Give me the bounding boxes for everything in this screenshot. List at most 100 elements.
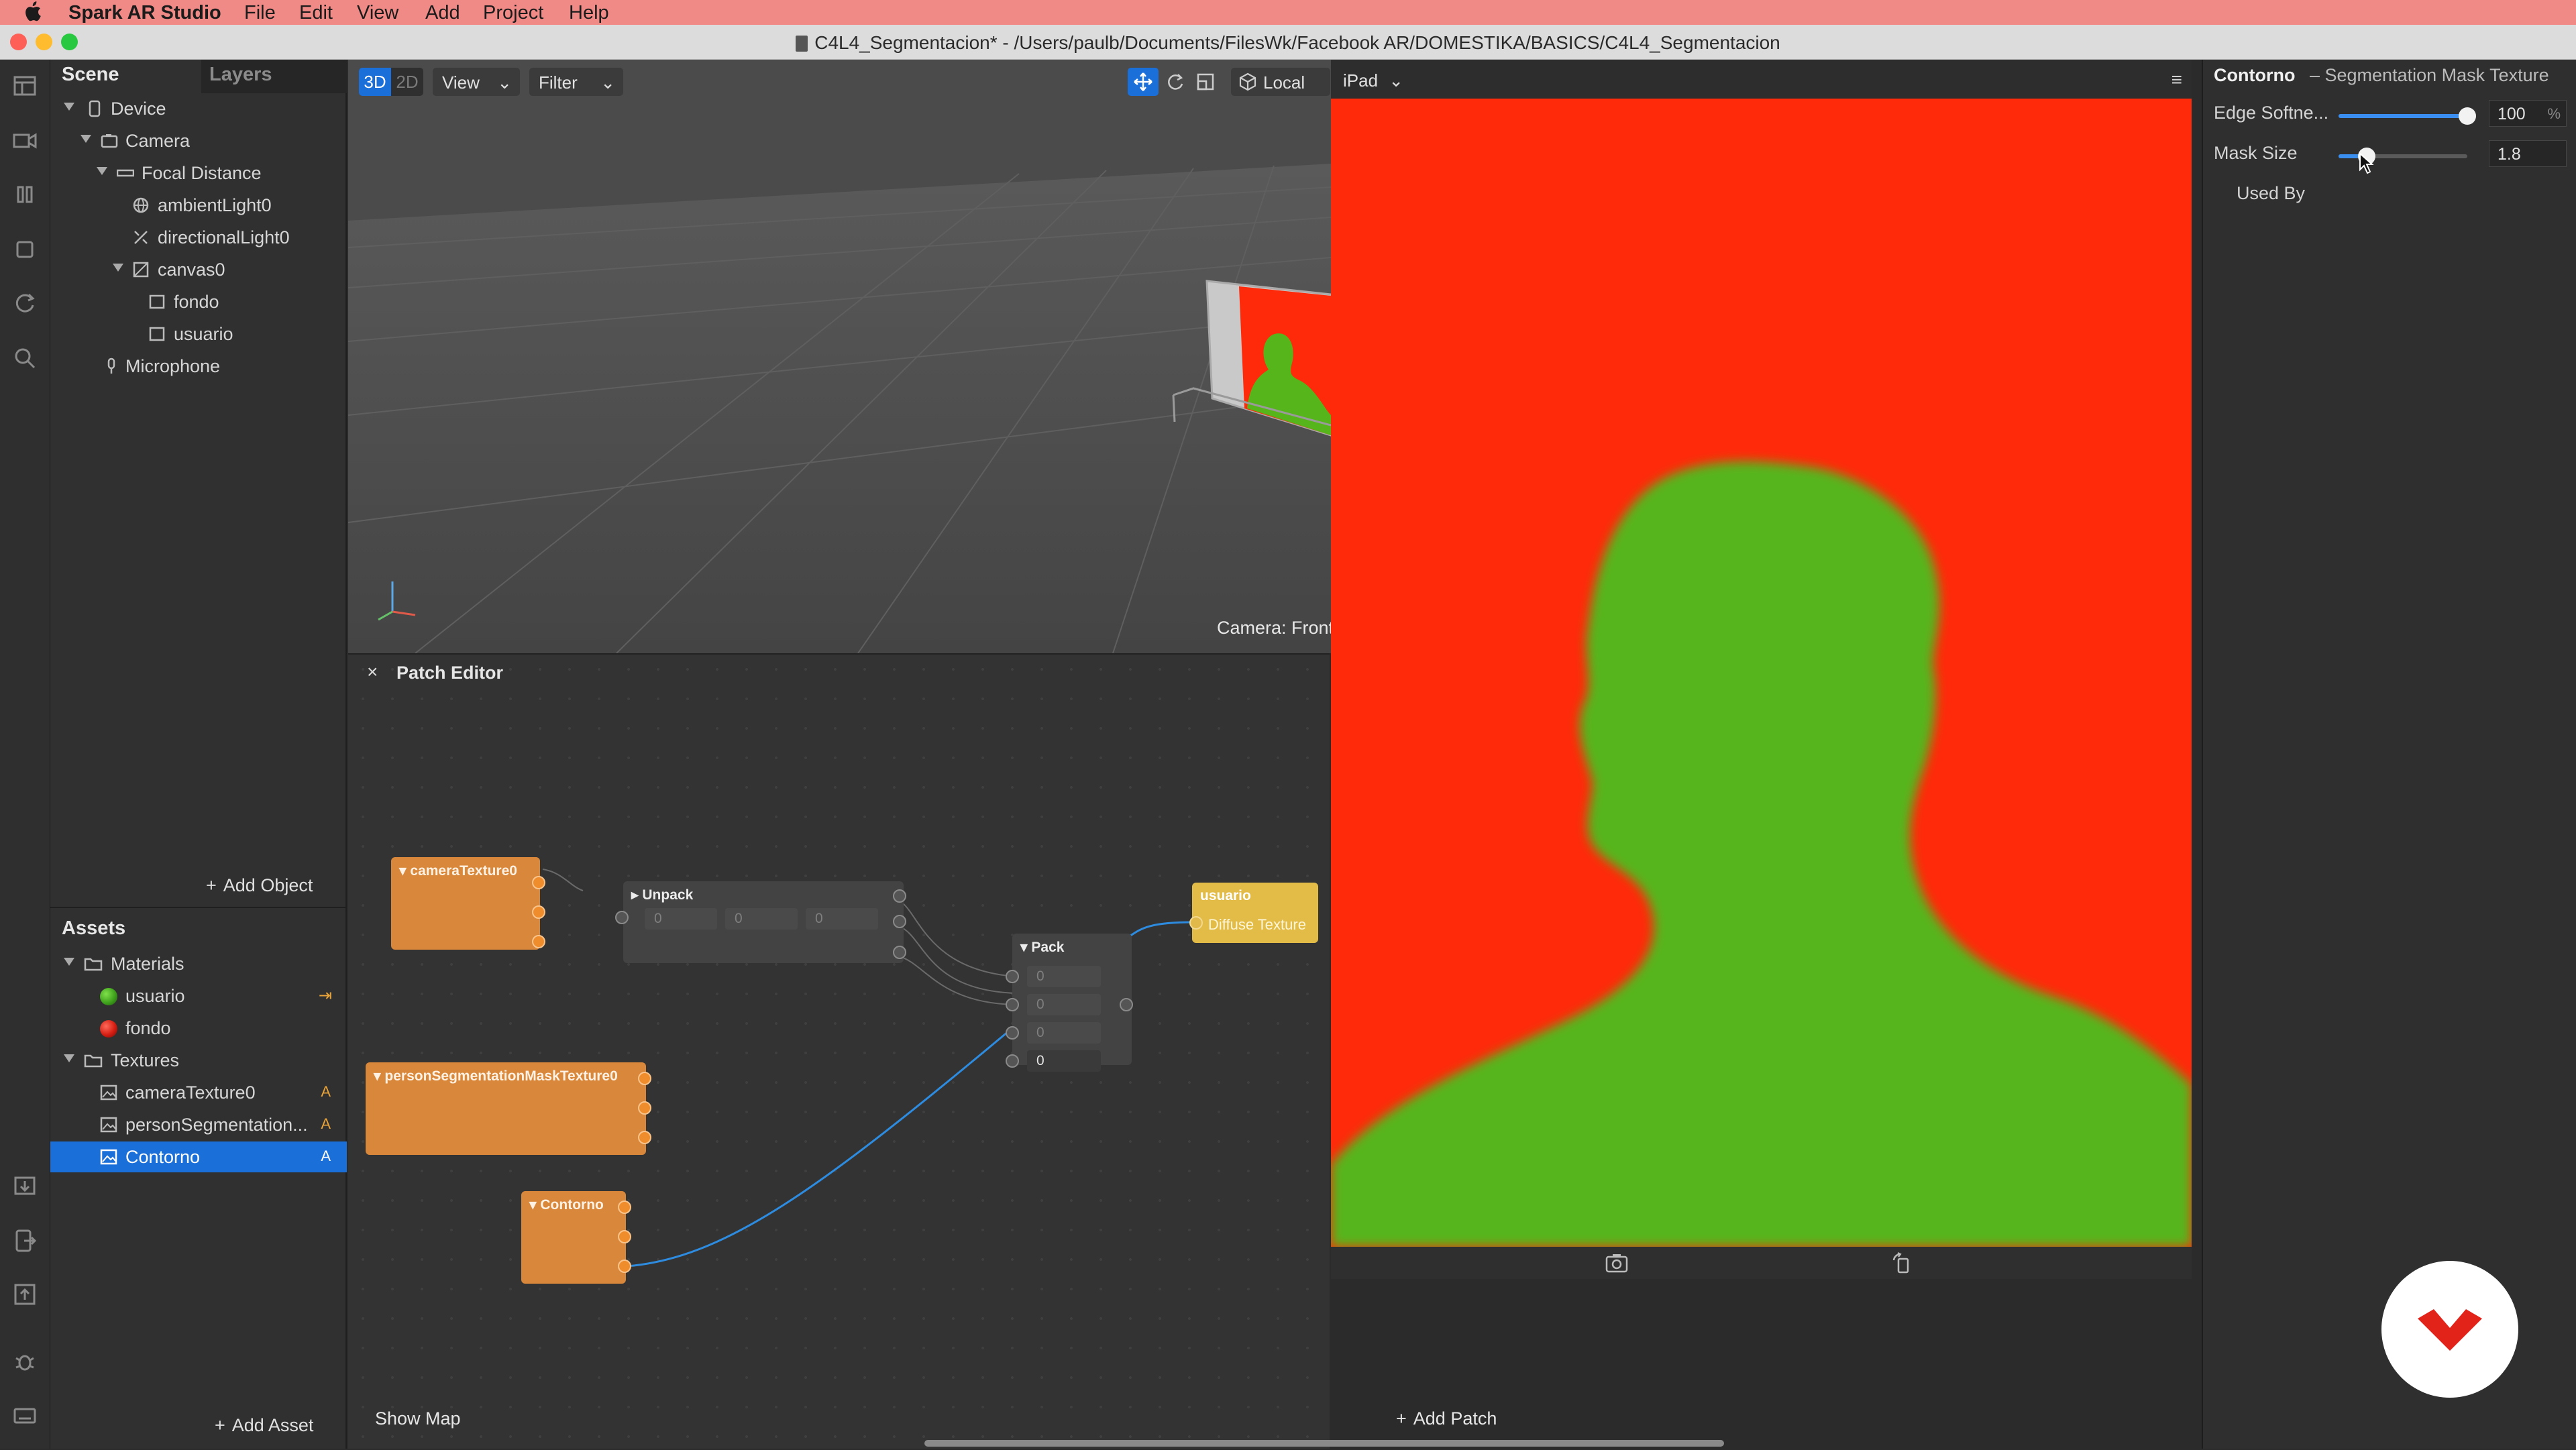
local-space-button[interactable]: Local (1231, 68, 1330, 96)
move-tool-button[interactable] (1128, 68, 1159, 96)
simulator-preview[interactable] (1331, 99, 2192, 1247)
output-port[interactable] (638, 1072, 651, 1085)
output-port[interactable] (618, 1201, 631, 1214)
screenshot-icon[interactable] (1605, 1252, 1629, 1274)
output-port[interactable] (893, 889, 906, 903)
horizontal-scrollbar[interactable] (924, 1440, 1724, 1447)
input-port[interactable] (1189, 916, 1203, 930)
output-port[interactable] (532, 935, 545, 948)
output-port[interactable] (893, 915, 906, 928)
output-port[interactable] (638, 1131, 651, 1144)
input-port[interactable] (615, 911, 629, 924)
input-port[interactable] (1006, 970, 1019, 983)
unpack-value-field[interactable]: 0 (645, 908, 717, 930)
view-dropdown[interactable]: View ⌄ (433, 68, 520, 96)
hamburger-menu-icon[interactable]: ≡ (2171, 69, 2182, 91)
menu-project[interactable]: Project (483, 2, 543, 24)
view-mode-toggle[interactable]: 3D 2D (359, 68, 423, 96)
menu-help[interactable]: Help (569, 2, 609, 24)
patch-node-pack[interactable]: ▾ Pack 0 0 0 0 (1006, 934, 1133, 1072)
scale-tool-button[interactable] (1191, 68, 1220, 96)
patch-node-usuario-material[interactable]: usuario Diffuse Texture (1189, 883, 1318, 943)
menu-edit[interactable]: Edit (299, 2, 333, 24)
apple-icon[interactable] (23, 1, 42, 22)
video-icon[interactable] (11, 127, 39, 155)
device-dropdown[interactable]: iPad ⌄ (1334, 68, 1407, 93)
scene-item-device[interactable]: Device (50, 93, 347, 124)
stop-icon[interactable] (11, 235, 39, 264)
pack-value-field[interactable]: 0 (1027, 1022, 1101, 1044)
menu-add[interactable]: Add (425, 2, 460, 24)
add-asset-button[interactable]: + Add Asset (215, 1415, 313, 1436)
tab-layers[interactable]: Layers (209, 64, 272, 86)
patch-editor[interactable]: × Patch Editor ▾ cameraTexture0 ▸ Unpack… (348, 653, 1497, 1449)
scene-item-microphone[interactable]: Microphone (50, 351, 347, 382)
output-port[interactable] (532, 876, 545, 889)
asset-material-usuario[interactable]: usuario ⇥ (50, 981, 347, 1011)
pack-value-field[interactable]: 0 (1027, 1050, 1101, 1072)
output-port[interactable] (893, 946, 906, 959)
output-port[interactable] (618, 1260, 631, 1273)
layout-icon[interactable] (11, 72, 39, 100)
refresh-icon[interactable] (11, 289, 39, 317)
bug-icon[interactable] (11, 1347, 39, 1376)
scene-item-camera[interactable]: Camera (50, 125, 347, 156)
asset-texture-contorno[interactable]: Contorno A (50, 1141, 347, 1172)
scene-item-canvas[interactable]: canvas0 (50, 254, 347, 285)
menu-file[interactable]: File (244, 2, 276, 24)
scene-viewport[interactable]: 3D 2D View ⌄ Filter ⌄ Local Camera: Fron… (348, 60, 1331, 653)
output-port[interactable] (532, 905, 545, 919)
expand-arrow-icon[interactable] (97, 167, 107, 175)
scene-item-directional-light[interactable]: directionalLight0 (50, 222, 347, 253)
pack-value-field[interactable]: 0 (1027, 994, 1101, 1015)
add-object-button[interactable]: + Add Object (206, 875, 313, 896)
input-port[interactable] (1006, 1054, 1019, 1068)
expand-arrow-icon[interactable] (64, 1054, 74, 1062)
rotate-device-icon[interactable] (1890, 1252, 1915, 1274)
mask-size-slider[interactable] (2339, 148, 2467, 165)
pack-value-field[interactable]: 0 (1027, 966, 1101, 987)
patch-node-camera-texture[interactable]: ▾ cameraTexture0 (391, 857, 545, 950)
import-icon[interactable] (11, 1172, 39, 1200)
add-patch-button[interactable]: + Add Patch (1396, 1408, 1497, 1429)
app-name-menu[interactable]: Spark AR Studio (68, 2, 221, 24)
asset-material-fondo[interactable]: fondo (50, 1013, 347, 1044)
scene-item-ambient-light[interactable]: ambientLight0 (50, 190, 347, 221)
scene-item-usuario[interactable]: usuario (50, 319, 347, 349)
asset-texture-cameratexture0[interactable]: cameraTexture0 A (50, 1077, 347, 1108)
input-port[interactable] (1006, 998, 1019, 1011)
keyboard-icon[interactable] (11, 1401, 39, 1429)
mask-size-input[interactable]: 1.8 (2489, 140, 2567, 167)
patch-node-contorno[interactable]: ▾ Contorno (521, 1191, 631, 1284)
output-port[interactable] (618, 1230, 631, 1243)
output-port[interactable] (1120, 998, 1133, 1011)
show-map-button[interactable]: Show Map (375, 1408, 461, 1429)
pause-icon[interactable] (11, 180, 39, 209)
edge-softness-slider-thumb[interactable] (2459, 107, 2476, 125)
input-port[interactable] (1006, 1026, 1019, 1040)
menu-view[interactable]: View (357, 2, 398, 24)
filter-dropdown[interactable]: Filter ⌄ (529, 68, 623, 96)
patch-node-unpack[interactable]: ▸ Unpack 0 0 0 (615, 881, 906, 963)
expand-arrow-icon[interactable] (113, 264, 123, 272)
tab-scene[interactable]: Scene (62, 64, 119, 86)
unpack-value-field[interactable]: 0 (806, 908, 878, 930)
expand-arrow-icon[interactable] (64, 958, 74, 966)
mode-2d-button[interactable]: 2D (391, 68, 423, 96)
patch-node-person-segmentation-mask[interactable]: ▾ personSegmentationMaskTexture0 (366, 1062, 651, 1155)
edge-softness-input[interactable]: 100 % (2489, 100, 2567, 127)
link-icon[interactable]: ⇥ (319, 986, 332, 1005)
upload-icon[interactable] (11, 1280, 39, 1308)
scene-item-fondo[interactable]: fondo (50, 286, 347, 317)
asset-folder-textures[interactable]: Textures (50, 1045, 347, 1076)
edge-softness-slider[interactable] (2339, 107, 2476, 125)
output-port[interactable] (638, 1101, 651, 1115)
scene-item-focal-distance[interactable]: Focal Distance (50, 158, 347, 188)
expand-arrow-icon[interactable] (80, 135, 91, 143)
mode-3d-button[interactable]: 3D (359, 68, 391, 96)
asset-texture-person-segmentation[interactable]: personSegmentation... A (50, 1109, 347, 1140)
send-to-device-icon[interactable] (11, 1227, 39, 1255)
search-icon[interactable] (11, 344, 39, 372)
rotate-tool-button[interactable] (1160, 68, 1189, 96)
expand-arrow-icon[interactable] (64, 103, 74, 111)
